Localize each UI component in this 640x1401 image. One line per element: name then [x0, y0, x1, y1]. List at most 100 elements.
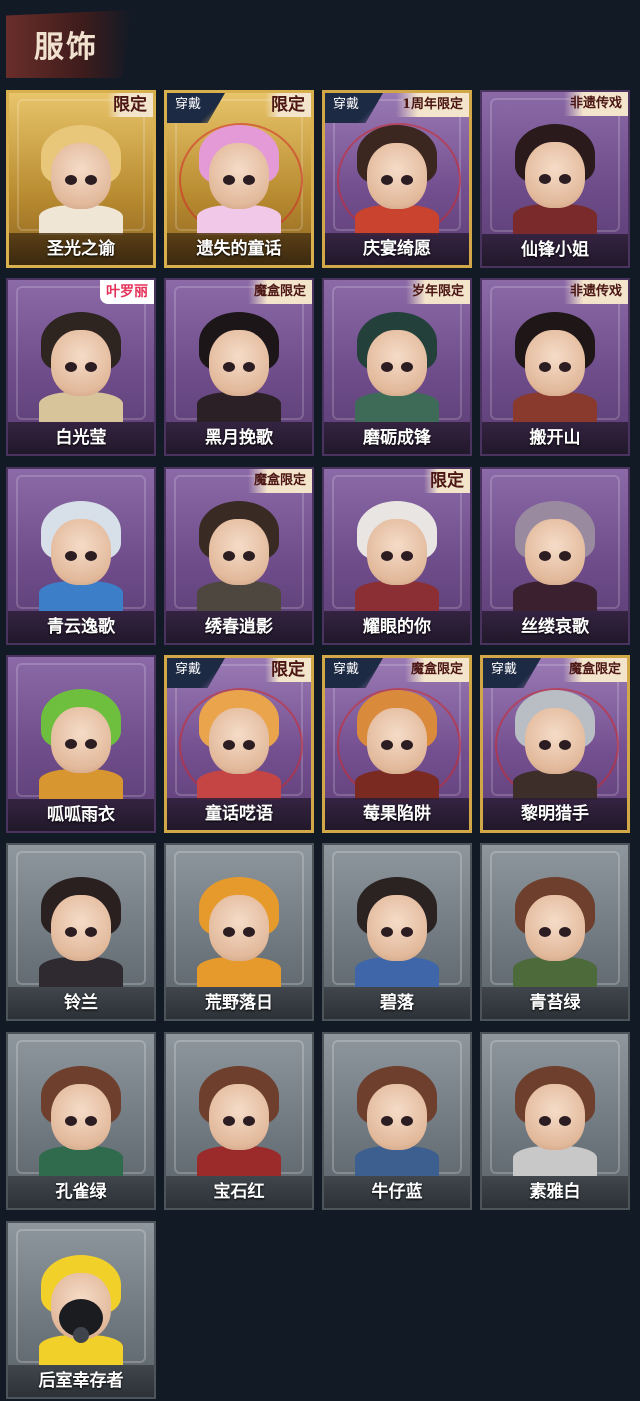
eye-shape [85, 1116, 97, 1126]
eye-shape [65, 927, 77, 937]
costume-name: 青云逸歌 [47, 617, 115, 637]
eye-shape [85, 175, 97, 185]
face-shape [525, 519, 585, 585]
character-portrait [509, 684, 601, 800]
character-portrait [193, 306, 285, 422]
costume-name: 搬开山 [529, 428, 581, 448]
eye-shape [381, 740, 393, 750]
costume-name: 白光莹 [55, 428, 107, 448]
face-shape [209, 330, 269, 396]
face-shape [51, 707, 111, 773]
character-portrait [35, 119, 127, 235]
outfit-shape [39, 581, 123, 611]
costume-card[interactable]: 限定 圣光之谕 [6, 90, 156, 268]
costume-card[interactable]: 叶罗丽白光莹 [6, 278, 156, 456]
outfit-shape [197, 770, 281, 800]
eye-shape [85, 739, 97, 749]
character-portrait [35, 306, 127, 422]
eye-shape [243, 175, 255, 185]
face-shape [209, 519, 269, 585]
costume-card[interactable]: 青苔绿 [480, 843, 630, 1021]
face-shape [51, 895, 111, 961]
character-portrait [35, 871, 127, 987]
eye-shape [243, 740, 255, 750]
costume-card[interactable]: 1周年限定 穿戴 庆宴绮愿 [322, 90, 472, 268]
costume-card[interactable]: 魔盒限定 黑月挽歌 [164, 278, 314, 456]
costume-card[interactable]: 孔雀绿 [6, 1032, 156, 1210]
eye-shape [381, 362, 393, 372]
costume-card[interactable]: 呱呱雨衣 [6, 655, 156, 833]
eye-shape [223, 1116, 235, 1126]
costume-card[interactable]: 魔盒限定绣春逍影 [164, 467, 314, 645]
eye-shape [559, 362, 571, 372]
limited-tag: 魔盒限定 [247, 280, 312, 304]
character-portrait [351, 119, 443, 235]
outfit-shape [355, 392, 439, 422]
character-portrait [193, 119, 285, 235]
costume-card[interactable]: 限定 穿戴 童话呓语 [164, 655, 314, 833]
limited-tag: 限定 [265, 658, 311, 682]
limited-tag: 限定 [265, 93, 311, 117]
character-portrait [35, 1060, 127, 1176]
eye-shape [223, 551, 235, 561]
outfit-shape [513, 581, 597, 611]
outfit-shape [355, 205, 439, 235]
character-portrait [509, 118, 601, 234]
eye-shape [539, 1116, 551, 1126]
eye-shape [539, 174, 551, 184]
face-shape [209, 143, 269, 209]
outfit-shape [355, 957, 439, 987]
limited-tag: 魔盒限定 [247, 469, 312, 493]
costume-card[interactable]: 丝缕哀歌 [480, 467, 630, 645]
outfit-shape [39, 1146, 123, 1176]
eye-shape [539, 927, 551, 937]
limited-tag: 叶罗丽 [100, 280, 154, 304]
eye-shape [539, 740, 551, 750]
costume-card[interactable]: 碧落 [322, 843, 472, 1021]
costume-card[interactable]: 后室幸存者 [6, 1221, 156, 1399]
eye-shape [401, 1116, 413, 1126]
eye-shape [559, 551, 571, 561]
face-shape [525, 330, 585, 396]
limited-tag: 魔盒限定 [404, 658, 469, 682]
costume-card[interactable]: 宝石红 [164, 1032, 314, 1210]
costume-card[interactable]: 青云逸歌 [6, 467, 156, 645]
costume-name: 黎明猎手 [521, 804, 589, 824]
costume-card[interactable]: 限定 耀眼的你 [322, 467, 472, 645]
costume-name: 庆宴绮愿 [363, 239, 431, 259]
character-portrait [351, 871, 443, 987]
costume-card[interactable]: 非遗传戏 搬开山 [480, 278, 630, 456]
eye-shape [223, 362, 235, 372]
costume-card[interactable]: 魔盒限定 穿戴 黎明猎手 [480, 655, 630, 833]
costume-name: 铃兰 [64, 993, 98, 1013]
outfit-shape [197, 581, 281, 611]
face-shape [525, 895, 585, 961]
outfit-shape [513, 957, 597, 987]
costume-card[interactable]: 非遗传戏 仙锋小姐 [480, 90, 630, 268]
eye-shape [559, 174, 571, 184]
outfit-shape [39, 392, 123, 422]
costume-name: 素雅白 [529, 1182, 581, 1202]
costume-name: 青苔绿 [529, 993, 581, 1013]
costume-card[interactable]: 魔盒限定 穿戴 莓果陷阱 [322, 655, 472, 833]
costume-card[interactable]: 素雅白 [480, 1032, 630, 1210]
character-portrait [351, 1060, 443, 1176]
eye-shape [401, 927, 413, 937]
face-shape [367, 895, 427, 961]
costume-name: 绣春逍影 [205, 617, 273, 637]
costume-card[interactable]: 牛仔蓝 [322, 1032, 472, 1210]
eye-shape [65, 1116, 77, 1126]
eye-shape [65, 739, 77, 749]
costume-card[interactable]: 荒野落日 [164, 843, 314, 1021]
costume-card[interactable]: 岁年限定 磨砺成锋 [322, 278, 472, 456]
costume-card[interactable]: 限定 穿戴 遗失的童话 [164, 90, 314, 268]
character-portrait [351, 306, 443, 422]
costume-card[interactable]: 铃兰 [6, 843, 156, 1021]
costume-name: 后室幸存者 [38, 1371, 124, 1391]
limited-tag: 限定 [424, 469, 470, 493]
character-portrait [509, 306, 601, 422]
limited-tag: 岁年限定 [405, 280, 470, 304]
eye-shape [243, 927, 255, 937]
limited-tag: 非遗传戏 [563, 92, 628, 116]
eye-shape [223, 927, 235, 937]
